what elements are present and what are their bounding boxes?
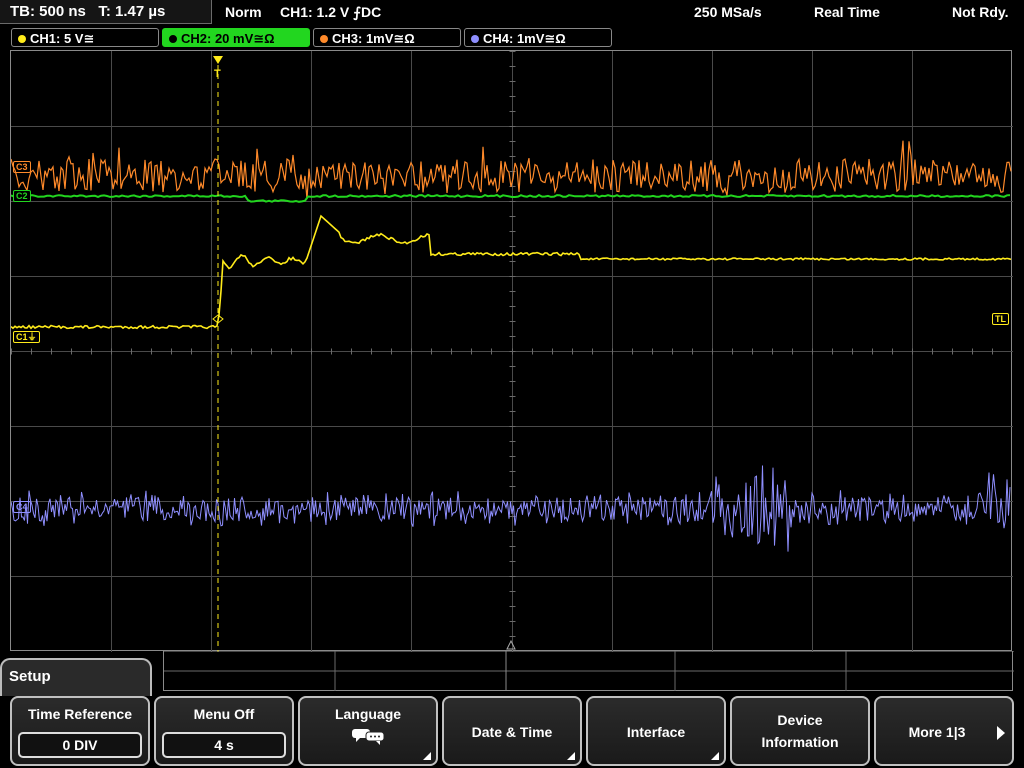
channel-2-label: CH2: 20 mV≅Ω	[181, 31, 275, 46]
channel-1-marker-label: C1	[16, 332, 28, 342]
menu-title: Setup	[9, 668, 51, 685]
channel-4-trace	[11, 465, 1011, 552]
speech-bubble-icon	[352, 729, 385, 745]
date-time-softkey[interactable]: Date & Time	[442, 696, 582, 766]
time-reference-softkey[interactable]: Time Reference 0 DIV	[10, 696, 150, 766]
trigger-position-marker-icon[interactable]	[213, 56, 223, 64]
timebase-readout[interactable]: TB: 500 ns T: 1.47 µs	[0, 0, 212, 24]
channel-4-color-icon	[471, 34, 479, 43]
waveform-canvas: T	[11, 51, 1013, 652]
channel-2-offset-marker[interactable]: C2	[13, 190, 31, 202]
interface-softkey[interactable]: Interface	[586, 696, 726, 766]
channel-3-button[interactable]: CH3: 1mV≅Ω	[313, 28, 461, 47]
channel-1-color-icon	[18, 34, 26, 43]
device-information-label-2: Information	[761, 734, 839, 750]
channel-3-label: CH3: 1mV≅Ω	[332, 31, 415, 46]
trigger-state: Not Rdy.	[952, 4, 1009, 20]
interface-label: Interface	[626, 724, 686, 740]
channel-2-button[interactable]: CH2: 20 mV≅Ω	[162, 28, 310, 47]
acquisition-mode: Real Time	[814, 4, 880, 20]
submenu-indicator-icon	[711, 752, 719, 760]
trigger-position-label: T	[214, 68, 221, 80]
more-softkey[interactable]: More 1|3	[874, 696, 1014, 766]
submenu-indicator-icon	[423, 752, 431, 760]
channel-1-offset-marker[interactable]: C1⏚	[13, 331, 40, 343]
time-offset-value: T: 1.47 µs	[98, 3, 166, 20]
language-softkey[interactable]: Language	[298, 696, 438, 766]
next-page-arrow-icon	[997, 726, 1005, 740]
sample-rate: 250 MSa/s	[694, 4, 762, 20]
trigger-source: CH1: 1.2 V ⨍DC	[280, 4, 382, 20]
center-marker-icon	[506, 639, 516, 650]
channel-1-button[interactable]: CH1: 5 V≅	[11, 28, 159, 47]
channel-1-trace	[11, 214, 1012, 330]
channel-2-trace	[11, 193, 1011, 203]
device-information-label-1: Device	[777, 712, 823, 728]
date-time-label: Date & Time	[471, 724, 553, 740]
channel-bar: CH1: 5 V≅ CH2: 20 mV≅Ω CH3: 1mV≅Ω CH4: 1…	[0, 26, 1024, 48]
menu-title-tab: Setup	[0, 658, 152, 696]
time-reference-value: 0 DIV	[18, 732, 142, 758]
channel-1-label: CH1: 5 V≅	[30, 31, 95, 46]
softkey-bar: Time Reference 0 DIV Menu Off 4 s Langua…	[0, 694, 1024, 768]
info-strip-dividers	[164, 650, 1014, 691]
menu-off-label: Menu Off	[193, 706, 255, 722]
language-label: Language	[334, 706, 402, 722]
channel-3-color-icon	[320, 34, 328, 43]
waveform-display[interactable]: T C3 C2 C1⏚ C4 TL	[10, 50, 1013, 652]
menu-off-softkey[interactable]: Menu Off 4 s	[154, 696, 294, 766]
channel-4-offset-marker[interactable]: C4	[13, 501, 31, 513]
time-reference-label: Time Reference	[27, 706, 132, 722]
channel-4-label: CH4: 1mV≅Ω	[483, 31, 566, 46]
channel-4-button[interactable]: CH4: 1mV≅Ω	[464, 28, 612, 47]
menu-off-value: 4 s	[162, 732, 286, 758]
device-information-softkey[interactable]: Device Information	[730, 696, 870, 766]
trigger-level-marker[interactable]: TL	[992, 313, 1009, 325]
trigger-mode: Norm	[225, 4, 262, 20]
graticule	[11, 51, 1013, 652]
trigger-level-label: TL	[995, 314, 1006, 324]
channel-3-offset-marker[interactable]: C3	[13, 161, 31, 173]
status-bar: TB: 500 ns T: 1.47 µs Norm CH1: 1.2 V ⨍D…	[0, 0, 1024, 26]
more-label: More 1|3	[908, 724, 966, 740]
channel-3-trace	[11, 140, 1012, 200]
channel-2-color-icon	[169, 34, 177, 43]
timebase-value: TB: 500 ns	[10, 3, 86, 20]
info-strip	[163, 650, 1014, 691]
submenu-indicator-icon	[567, 752, 575, 760]
